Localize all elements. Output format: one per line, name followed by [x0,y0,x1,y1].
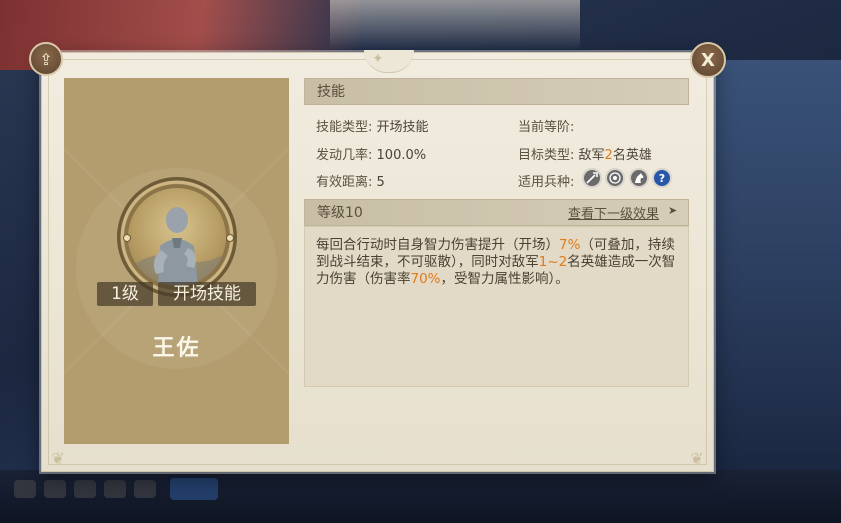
skill-type-label: 技能类型: [316,120,373,135]
range-row: 有效距离: 5 [316,171,385,190]
skill-level-tag: 1级 [97,282,153,306]
description-text: ，受智力属性影响）。 [440,271,569,287]
close-button[interactable]: X [690,42,726,78]
skill-description: 每回合行动时自身智力伤害提升（开场）7%（可叠加，持续到战斗结束，不可驱散），同… [316,237,682,288]
skill-type-row: 技能类型: 开场技能 [316,116,429,135]
description-value: 7% [559,237,581,253]
ring-stud [123,234,131,242]
range-value: 5 [376,175,385,190]
background-item-slots [14,480,156,498]
trigger-rate-label: 发动几率: [316,148,373,163]
description-text: 每回合行动时自身智力伤害提升（开场） [316,237,559,253]
troop-type-row: 适用兵种: [518,171,574,190]
question-icon[interactable]: ? [652,168,672,188]
skill-type-value: 开场技能 [376,120,429,135]
ring-stud [226,234,234,242]
arrow-right-icon: ➤ [668,204,678,217]
target-count: 2 [604,148,613,163]
background-blue-button [170,478,218,500]
target-type-label: 目标类型: [518,148,575,163]
target-type-row: 目标类型: 敌军2名英雄 [518,144,652,163]
skill-section-header: 技能 [304,78,689,105]
hero-skill-icon[interactable] [128,188,226,286]
troop-type-label: 适用兵种: [518,175,575,190]
background-scene-light [330,0,580,50]
ornament-star-icon: ✦ [372,51,384,67]
sword-icon[interactable] [582,168,602,188]
trigger-rate-value: 100.0% [376,148,427,163]
current-grade-label: 当前等阶: [518,120,575,135]
range-label: 有效距离: [316,175,373,190]
bow-target-icon[interactable] [605,168,625,188]
target-prefix: 敌军 [578,148,605,163]
description-value: 70% [410,271,441,287]
hero-name: 王佐 [152,336,201,361]
trigger-rate-row: 发动几率: 100.0% [316,144,426,163]
horse-icon[interactable] [629,168,649,188]
share-button[interactable]: ⇪ [29,42,63,76]
skill-level-text: 等级10 [317,205,363,221]
description-value: 1~2 [538,254,568,270]
corner-ornament-icon: ❦ [51,449,65,468]
skill-type-tag: 开场技能 [158,282,256,306]
background-scene-right [712,60,841,480]
target-suffix: 名英雄 [612,148,652,163]
next-level-link[interactable]: 查看下一级效果 [568,203,659,222]
close-icon: X [701,49,715,71]
share-icon: ⇪ [39,49,53,69]
current-grade-row: 当前等阶: [518,116,574,135]
corner-ornament-icon: ❦ [690,449,704,468]
